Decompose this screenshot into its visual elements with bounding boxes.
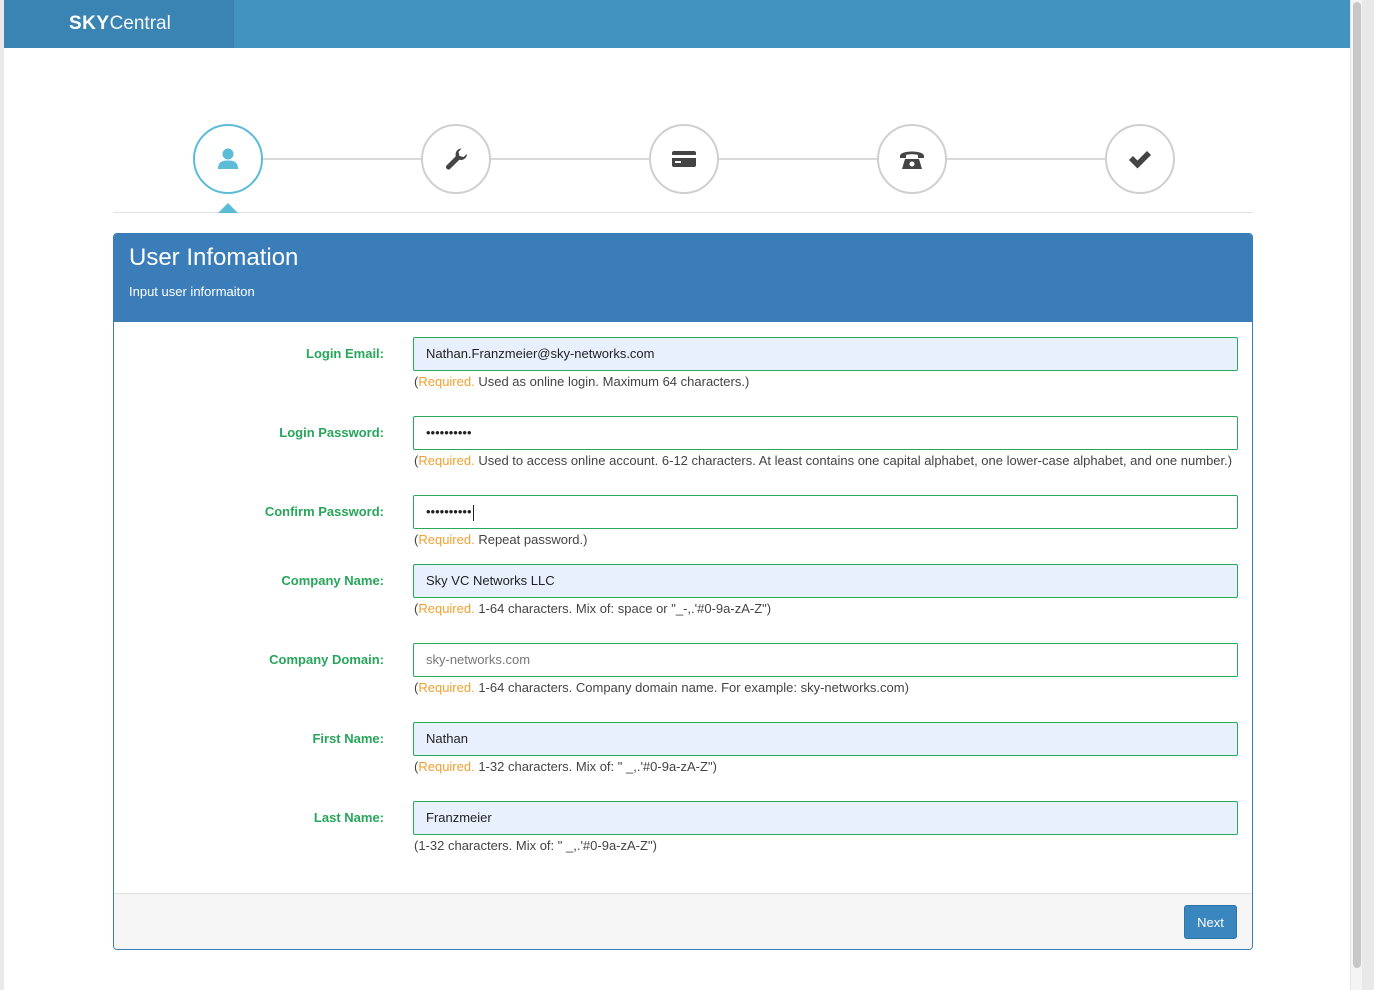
required-tag: Required. — [418, 601, 475, 616]
login-password-input[interactable]: •••••••••• — [413, 416, 1238, 450]
login-password-label: Login Password: — [279, 425, 384, 440]
company-name-help: (Required. 1-64 characters. Mix of: spac… — [414, 601, 772, 616]
step-settings[interactable] — [421, 124, 491, 194]
next-button[interactable]: Next — [1184, 905, 1237, 939]
login-password-help: (Required. Used to access online account… — [414, 453, 1233, 468]
brand-light: Central — [109, 13, 171, 34]
step-connector — [491, 158, 651, 160]
confirm-password-input[interactable]: •••••••••• — [413, 495, 1238, 529]
required-tag: Required. — [418, 680, 475, 695]
help-text: Used to access online account. 6-12 char… — [474, 453, 1233, 468]
required-tag: Required. — [418, 759, 475, 774]
required-tag: Required. — [418, 532, 475, 547]
last-name-input[interactable]: Franzmeier — [413, 801, 1238, 835]
company-domain-label: Company Domain: — [269, 652, 384, 667]
scrollbar-thumb[interactable] — [1353, 2, 1361, 968]
step-connector — [719, 158, 879, 160]
last-name-help: (1-32 characters. Mix of: " _,.'#0-9a-zA… — [414, 838, 657, 853]
panel-footer: Next — [114, 893, 1252, 949]
last-name-label: Last Name: — [313, 810, 384, 825]
confirm-password-label: Confirm Password: — [264, 504, 384, 519]
first-name-input[interactable]: Nathan — [413, 722, 1238, 756]
user-info-panel: User Infomation Input user informaiton L… — [113, 233, 1253, 950]
login-email-help: (Required. Used as online login. Maximum… — [414, 374, 750, 389]
credit-card-icon — [672, 151, 696, 167]
user-icon — [218, 148, 238, 169]
company-domain-input[interactable]: sky-networks.com — [413, 643, 1238, 677]
company-name-label: Company Name: — [281, 573, 384, 588]
panel-title: User Infomation — [129, 244, 299, 271]
login-email-label: Login Email: — [306, 346, 384, 361]
step-confirm[interactable] — [1105, 124, 1175, 194]
step-phone[interactable] — [877, 124, 947, 194]
help-text: Repeat password.) — [474, 532, 588, 547]
panel-subtitle: Input user informaiton — [129, 284, 255, 299]
step-user[interactable] — [193, 124, 263, 194]
required-tag: Required. — [418, 453, 475, 468]
panel-header: User Infomation Input user informaiton — [114, 234, 1252, 322]
help-text: 1-32 characters. Mix of: " _,.'#0-9a-zA-… — [474, 759, 717, 774]
phone-icon — [900, 151, 924, 169]
confirm-password-help: (Required. Repeat password.) — [414, 532, 588, 547]
login-email-input[interactable]: Nathan.Franzmeier@sky-networks.com — [413, 337, 1238, 371]
app-window: SKYCentral User Infomation Input user in… — [4, 0, 1362, 990]
step-payment[interactable] — [649, 124, 719, 194]
company-domain-help: (Required. 1-64 characters. Company doma… — [414, 680, 909, 695]
checkmark-icon — [1129, 151, 1151, 169]
step-connector — [263, 158, 423, 160]
text-caret — [472, 504, 474, 521]
step-connector — [947, 158, 1107, 160]
form-body: Login Email: Nathan.Franzmeier@sky-netwo… — [114, 322, 1252, 894]
required-tag: Required. — [418, 374, 475, 389]
confirm-password-value: •••••••••• — [426, 504, 472, 519]
brand-bold: SKY — [69, 13, 110, 34]
company-name-input[interactable]: Sky VC Networks LLC — [413, 564, 1238, 598]
active-step-pointer — [218, 203, 238, 213]
wizard-steps — [113, 120, 1253, 213]
top-navbar: SKYCentral — [4, 0, 1362, 48]
first-name-help: (Required. 1-32 characters. Mix of: " _,… — [414, 759, 717, 774]
help-text: 1-64 characters. Company domain name. Fo… — [474, 680, 909, 695]
help-text: Used as online login. Maximum 64 charact… — [474, 374, 750, 389]
help-text: 1-64 characters. Mix of: space or "_-,.'… — [474, 601, 772, 616]
vertical-scrollbar[interactable] — [1350, 0, 1362, 990]
brand-logo[interactable]: SKYCentral — [4, 0, 234, 48]
wrench-icon — [446, 148, 467, 170]
first-name-label: First Name: — [312, 731, 384, 746]
